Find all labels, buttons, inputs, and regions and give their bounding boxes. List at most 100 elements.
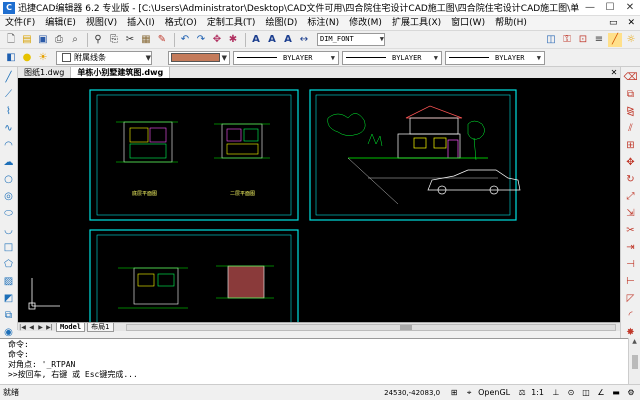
tab-model[interactable]: Model: [56, 322, 86, 332]
rectangle-icon[interactable]: □: [2, 241, 16, 255]
extend-icon[interactable]: ⇥: [624, 241, 638, 255]
save-icon[interactable]: ▣: [36, 33, 50, 47]
lock-icon[interactable]: ⚿: [560, 33, 574, 47]
snap-icon[interactable]: ⌖: [463, 387, 475, 399]
ellipse-icon[interactable]: ⬭: [2, 207, 16, 221]
hatch-icon[interactable]: ▨: [2, 275, 16, 289]
lineweight-toggle-icon[interactable]: ▬: [610, 387, 622, 399]
arc-icon[interactable]: ◠: [2, 139, 16, 153]
settings-icon[interactable]: ⚙: [625, 387, 637, 399]
drawing-canvas[interactable]: 底层平面图 二层平面图: [18, 78, 620, 322]
annotation-scale[interactable]: 1:1: [531, 388, 544, 397]
move-icon[interactable]: ✥: [624, 156, 638, 170]
doc-close-button[interactable]: ✕: [622, 16, 640, 31]
rotate-icon[interactable]: ↻: [624, 173, 638, 187]
menu-custom-tools[interactable]: 定制工具(T): [202, 16, 261, 31]
new-file-icon[interactable]: 🗋: [4, 33, 18, 47]
polyline-icon[interactable]: ⌇: [2, 105, 16, 119]
circle-icon[interactable]: ○: [2, 173, 16, 187]
print-icon[interactable]: ⎙: [52, 33, 66, 47]
doc-restore-button[interactable]: ▭: [604, 16, 623, 31]
line-icon[interactable]: ╱: [2, 71, 16, 85]
dim-style-dropdown[interactable]: DIM_FONT ▼: [317, 33, 385, 46]
plot-icon[interactable]: ⊡: [576, 33, 590, 47]
copy-object-icon[interactable]: ⧉: [624, 88, 638, 102]
pan-icon[interactable]: ✥: [210, 33, 224, 47]
command-scrollbar[interactable]: ▲: [628, 338, 640, 384]
zoom-icon[interactable]: ✱: [226, 33, 240, 47]
copy-icon[interactable]: ⎘: [107, 33, 121, 47]
scroll-up-icon[interactable]: ▲: [629, 338, 640, 345]
revcloud-icon[interactable]: ☁: [2, 156, 16, 170]
render-mode[interactable]: OpenGL: [478, 388, 510, 397]
text-a2-icon[interactable]: A: [265, 33, 279, 47]
maximize-button[interactable]: ☐: [600, 0, 620, 16]
trim-icon[interactable]: ✂: [624, 224, 638, 238]
tab-first-button[interactable]: |◀: [18, 323, 27, 332]
menu-modify[interactable]: 修改(M): [344, 16, 387, 31]
layer-state-icon[interactable]: ◫: [544, 33, 558, 47]
erase-icon[interactable]: ⌫: [624, 71, 638, 85]
layer-dropdown[interactable]: 附属线条 ▼: [56, 50, 152, 65]
command-prompt[interactable]: >>按回车, 右键 或 Esc键完成...: [8, 370, 620, 380]
cut-icon[interactable]: ✂: [123, 33, 137, 47]
menu-format[interactable]: 格式(O): [160, 16, 202, 31]
close-button[interactable]: ✕: [620, 0, 640, 16]
array-icon[interactable]: ⊞: [624, 139, 638, 153]
polar-icon[interactable]: ⊙: [565, 387, 577, 399]
linetype-dropdown[interactable]: BYLAYER ▼: [233, 50, 339, 65]
scroll-thumb[interactable]: [400, 324, 413, 330]
redline-icon[interactable]: ╱: [608, 32, 622, 47]
print-preview-icon[interactable]: ⌕: [68, 33, 82, 47]
break-icon[interactable]: ⊣: [624, 258, 638, 272]
tab-drawing1[interactable]: 图纸1.dwg: [18, 67, 72, 78]
menu-window[interactable]: 窗口(W): [446, 16, 490, 31]
spline-icon[interactable]: ∿: [2, 122, 16, 136]
match-props-icon[interactable]: ✎: [155, 33, 169, 47]
fillet-icon[interactable]: ◜: [624, 309, 638, 323]
plotstyle-dropdown[interactable]: BYLAYER ▼: [445, 50, 545, 65]
sun-icon[interactable]: ☼: [624, 33, 638, 47]
xline-icon[interactable]: ⟋: [2, 88, 16, 102]
open-folder-icon[interactable]: ▤: [20, 33, 34, 47]
otrack-icon[interactable]: ∠: [595, 387, 607, 399]
redo-icon[interactable]: ↷: [194, 33, 208, 47]
color-dropdown[interactable]: ▼: [168, 50, 230, 65]
menu-draw[interactable]: 绘图(D): [260, 16, 302, 31]
stretch-icon[interactable]: ⇲: [624, 207, 638, 221]
join-icon[interactable]: ⊢: [624, 275, 638, 289]
scroll-thumb[interactable]: [631, 355, 638, 369]
text-a-icon[interactable]: A: [249, 33, 263, 47]
paste-icon[interactable]: ▦: [139, 33, 153, 47]
text-a3-icon[interactable]: A: [281, 33, 295, 47]
undo-icon[interactable]: ↶: [178, 33, 192, 47]
scale-icon[interactable]: ⤢: [624, 190, 638, 204]
tab-last-button[interactable]: ▶|: [45, 323, 54, 332]
linewidth-icon[interactable]: ≡: [592, 33, 606, 47]
menu-file[interactable]: 文件(F): [0, 16, 40, 31]
block-icon[interactable]: ⧉: [2, 309, 16, 323]
menu-insert[interactable]: 插入(I): [122, 16, 160, 31]
menu-help[interactable]: 帮助(H): [490, 16, 532, 31]
freeze-icon[interactable]: ☀: [36, 51, 50, 65]
mirror-icon[interactable]: ⧎: [624, 105, 638, 119]
menu-edit[interactable]: 编辑(E): [40, 16, 81, 31]
tab-prev-button[interactable]: ◀: [27, 323, 36, 332]
chamfer-icon[interactable]: ◸: [624, 292, 638, 306]
offset-icon[interactable]: ⫽: [624, 122, 638, 136]
minimize-button[interactable]: —: [580, 0, 600, 16]
command-window[interactable]: 命令: 命令: 对角点: '_RTPAN >>按回车, 右键 或 Esc键完成.…: [0, 338, 628, 384]
tab-layout1[interactable]: 布局1: [87, 322, 114, 332]
region-icon[interactable]: ◩: [2, 292, 16, 306]
dim-style-icon[interactable]: ↔: [297, 33, 311, 47]
menu-view[interactable]: 视图(V): [81, 16, 122, 31]
polygon-icon[interactable]: ⬠: [2, 258, 16, 272]
layer-manager-icon[interactable]: ◧: [4, 51, 18, 65]
circle-2p-icon[interactable]: ◎: [2, 190, 16, 204]
horizontal-scrollbar[interactable]: [125, 323, 616, 331]
ellipse-arc-icon[interactable]: ◡: [2, 224, 16, 238]
tab-villa-drawing[interactable]: 单栋小别墅建筑图.dwg: [71, 67, 171, 78]
find-icon[interactable]: ⚲: [91, 33, 105, 47]
menu-extend-tools[interactable]: 扩展工具(X): [387, 16, 446, 31]
grid-icon[interactable]: ⊞: [448, 387, 460, 399]
